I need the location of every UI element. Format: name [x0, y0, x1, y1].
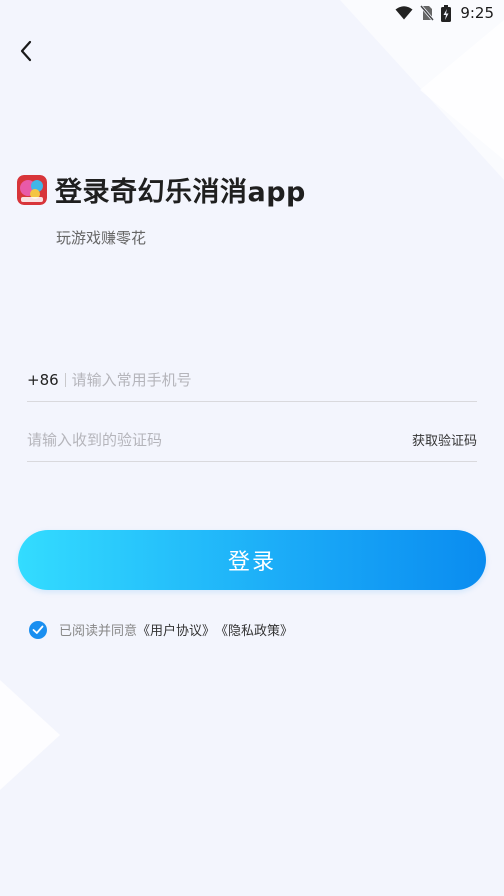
check-icon	[32, 625, 44, 634]
back-button[interactable]	[12, 36, 40, 66]
app-logo-icon	[17, 174, 47, 205]
privacy-policy-link[interactable]: 《隐私政策》	[215, 620, 293, 639]
divider	[64, 372, 66, 387]
app-header: 登录奇幻乐消消app	[17, 170, 306, 209]
agreement-row: 已阅读并同意 《用户协议》 《隐私政策》	[29, 620, 293, 639]
page-subtitle: 玩游戏赚零花	[56, 229, 147, 247]
battery-charging-icon	[441, 4, 452, 22]
phone-input[interactable]	[71, 370, 477, 389]
status-bar: 9:25	[0, 0, 504, 28]
phone-field: +86	[27, 358, 477, 402]
login-button[interactable]: 登录	[18, 530, 486, 590]
wifi-icon	[395, 6, 413, 20]
page-title: 登录奇幻乐消消app	[55, 177, 306, 208]
no-sim-icon	[420, 5, 435, 21]
status-time: 9:25	[460, 4, 494, 22]
verification-code-input[interactable]	[27, 430, 412, 449]
agreement-prefix: 已阅读并同意	[59, 624, 138, 639]
agreement-checkbox[interactable]	[29, 620, 47, 639]
country-code: +86	[27, 370, 59, 389]
chevron-left-icon	[20, 40, 32, 62]
code-field: 获取验证码	[27, 418, 477, 462]
user-agreement-link[interactable]: 《用户协议》	[137, 620, 215, 639]
get-code-button[interactable]: 获取验证码	[412, 430, 477, 449]
